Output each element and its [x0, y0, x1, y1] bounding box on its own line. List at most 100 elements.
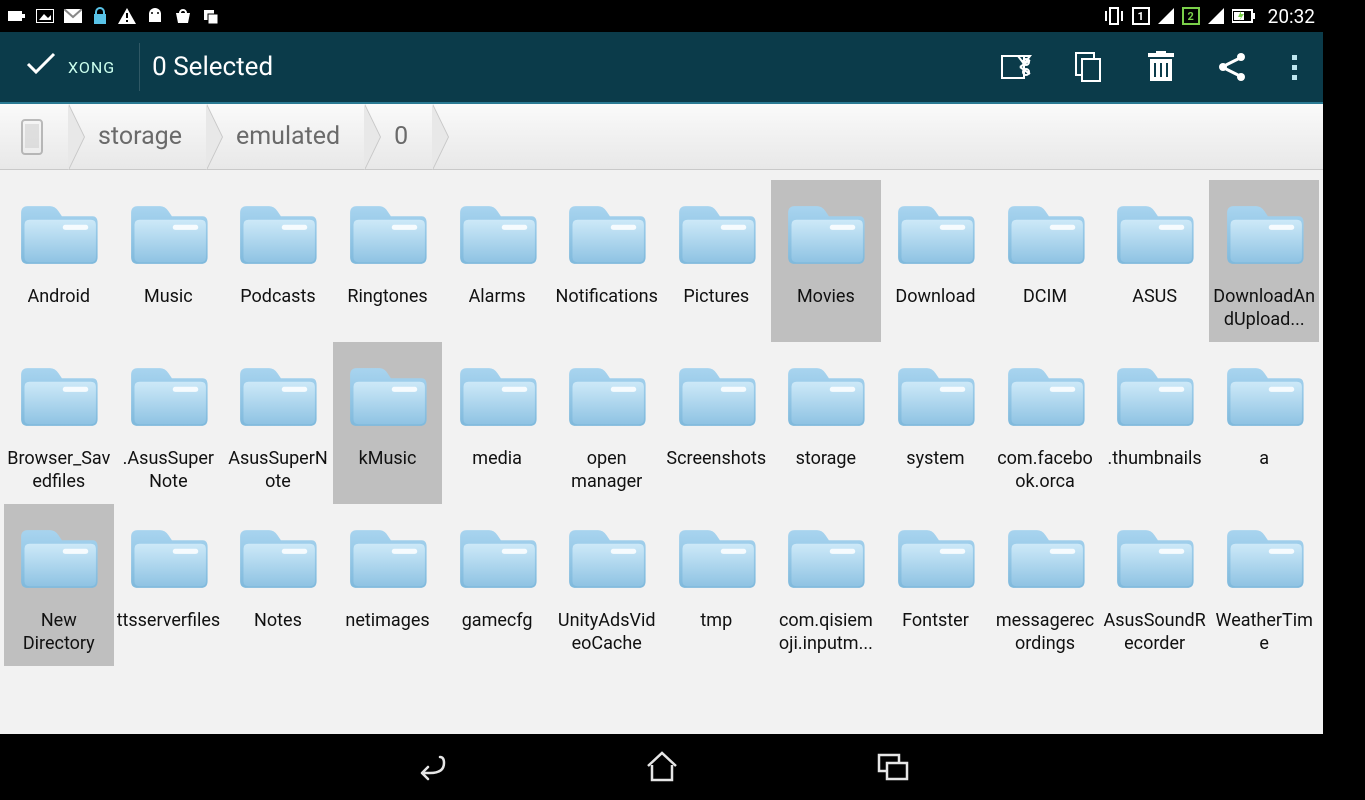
done-button[interactable]: XONG — [10, 52, 131, 83]
status-time: 20:32 — [1268, 5, 1315, 28]
back-button[interactable] — [409, 746, 451, 788]
app-screen: 1 2 20:32 XONG 0 Selected — [0, 0, 1323, 800]
folder-item[interactable]: UnityAdsVideoCache — [552, 504, 662, 666]
folder-label: DCIM — [1023, 286, 1067, 334]
check-icon — [26, 52, 56, 83]
folder-item[interactable]: Screenshots — [662, 342, 772, 504]
signal2-icon — [1208, 8, 1224, 24]
folder-item[interactable]: Android — [4, 180, 114, 342]
folder-icon — [343, 514, 433, 604]
folder-item[interactable]: WeatherTime — [1209, 504, 1319, 666]
folder-item[interactable]: Notes — [223, 504, 333, 666]
folder-item[interactable]: AsusSoundRecorder — [1100, 504, 1210, 666]
share-button[interactable] — [1216, 50, 1250, 84]
folder-label: gamecfg — [462, 610, 533, 658]
folder-icon — [890, 514, 980, 604]
folder-item[interactable]: Podcasts — [223, 180, 333, 342]
folder-label: Fontster — [902, 610, 969, 658]
folder-item[interactable]: Download — [881, 180, 991, 342]
folder-icon — [890, 190, 980, 280]
folder-label: Notifications — [556, 286, 658, 334]
folder-icon — [671, 190, 761, 280]
folder-icon — [343, 190, 433, 280]
folder-item[interactable]: media — [442, 342, 552, 504]
folder-label: kMusic — [359, 448, 417, 496]
folder-icon — [1110, 190, 1200, 280]
folder-item[interactable]: DCIM — [990, 180, 1100, 342]
folder-item[interactable]: .AsusSuperNote — [114, 342, 224, 504]
folder-icon — [452, 514, 542, 604]
folder-label: Download — [895, 286, 975, 334]
folder-item[interactable]: .thumbnails — [1100, 342, 1210, 504]
folder-icon — [233, 514, 323, 604]
folder-label: .AsusSuperNote — [116, 448, 220, 496]
folder-icon — [1219, 352, 1309, 442]
cut-button[interactable] — [1000, 50, 1034, 84]
folder-icon — [14, 190, 104, 280]
folder-icon — [123, 514, 213, 604]
folder-item[interactable]: ttsserverfiles — [114, 504, 224, 666]
done-label: XONG — [68, 58, 115, 77]
signal1-icon — [1158, 8, 1174, 24]
lock-icon — [92, 7, 108, 25]
folder-item[interactable]: Pictures — [662, 180, 772, 342]
folder-icon — [1000, 352, 1090, 442]
folder-label: Alarms — [469, 286, 526, 334]
folder-item[interactable]: Notifications — [552, 180, 662, 342]
folder-item[interactable]: Ringtones — [333, 180, 443, 342]
app-icon — [202, 8, 220, 24]
folder-icon — [14, 514, 104, 604]
folder-icon — [452, 190, 542, 280]
folder-label: com.qisiemoji.inputm... — [774, 610, 878, 658]
home-button[interactable] — [641, 746, 683, 788]
folder-item[interactable]: com.facebook.orca — [990, 342, 1100, 504]
folder-item[interactable]: New Directory — [4, 504, 114, 666]
recent-apps-button[interactable] — [873, 746, 915, 788]
battery-charging-icon — [1232, 9, 1256, 23]
folder-icon — [1000, 514, 1090, 604]
folder-label: Browser_Savedfiles — [7, 448, 111, 496]
folder-item[interactable]: Browser_Savedfiles — [4, 342, 114, 504]
folder-item[interactable]: Fontster — [881, 504, 991, 666]
folder-label: tmp — [700, 610, 732, 658]
navigation-bar — [0, 734, 1323, 800]
folder-item[interactable]: netimages — [333, 504, 443, 666]
folder-item[interactable]: storage — [771, 342, 881, 504]
folder-item[interactable]: AsusSuperNote — [223, 342, 333, 504]
folder-item[interactable]: ASUS — [1100, 180, 1210, 342]
delete-button[interactable] — [1144, 50, 1178, 84]
store-icon — [174, 8, 192, 24]
folder-item[interactable]: Alarms — [442, 180, 552, 342]
folder-item[interactable]: tmp — [662, 504, 772, 666]
folder-item[interactable]: DownloadAndUpload... — [1209, 180, 1319, 342]
folder-item[interactable]: Movies — [771, 180, 881, 342]
folder-label: ttsserverfiles — [117, 610, 221, 658]
folder-label: media — [472, 448, 522, 496]
breadcrumb-0[interactable]: 0 — [364, 104, 432, 170]
folder-item[interactable]: kMusic — [333, 342, 443, 504]
folder-icon — [781, 352, 871, 442]
folder-label: Music — [144, 286, 193, 334]
folder-item[interactable]: a — [1209, 342, 1319, 504]
folder-icon — [1000, 190, 1090, 280]
breadcrumb-device[interactable] — [6, 104, 68, 170]
folder-item[interactable]: gamecfg — [442, 504, 552, 666]
folder-icon — [562, 190, 652, 280]
folder-item[interactable]: Music — [114, 180, 224, 342]
folder-label: netimages — [345, 610, 429, 658]
folder-label: Movies — [797, 286, 855, 334]
breadcrumb-emulated[interactable]: emulated — [206, 104, 364, 170]
breadcrumb-storage[interactable]: storage — [68, 104, 206, 170]
status-bar: 1 2 20:32 — [0, 0, 1323, 32]
picture-icon — [36, 9, 54, 23]
folder-item[interactable]: messagerecordings — [990, 504, 1100, 666]
divider — [139, 43, 140, 91]
folder-item[interactable]: open manager — [552, 342, 662, 504]
folder-grid: Android Music — [0, 170, 1323, 676]
folder-item[interactable]: com.qisiemoji.inputm... — [771, 504, 881, 666]
copy-button[interactable] — [1072, 50, 1106, 84]
folder-item[interactable]: system — [881, 342, 991, 504]
folder-label: .thumbnails — [1108, 448, 1202, 496]
battery-saver-icon — [8, 9, 26, 23]
overflow-menu-button[interactable] — [1288, 55, 1301, 80]
